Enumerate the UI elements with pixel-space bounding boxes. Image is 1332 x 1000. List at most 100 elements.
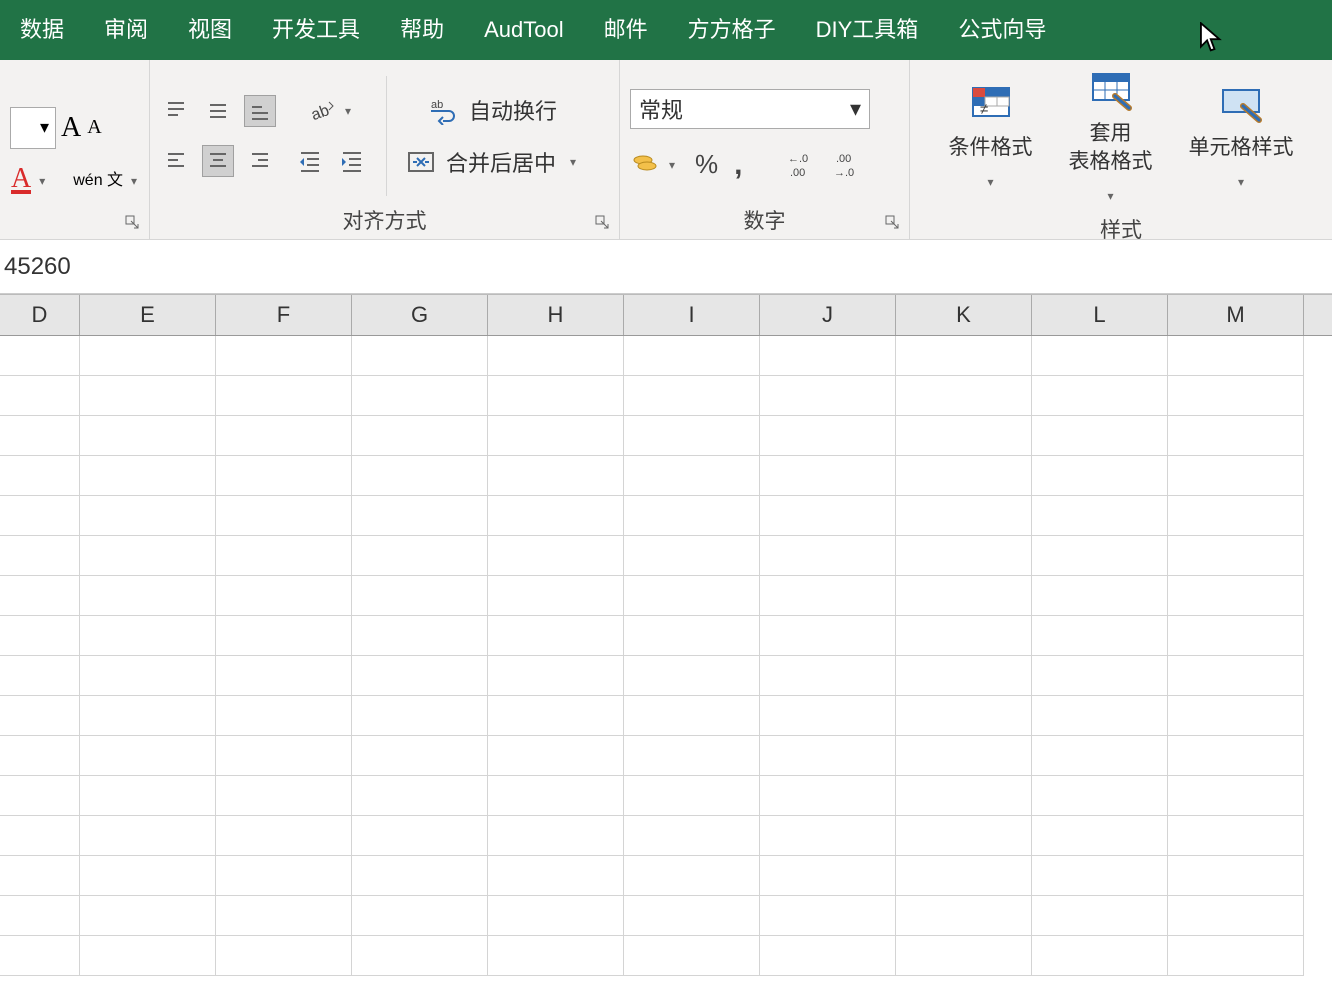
- cell[interactable]: [1032, 776, 1168, 816]
- cell[interactable]: [896, 776, 1032, 816]
- cell[interactable]: [352, 576, 488, 616]
- number-format-combo[interactable]: 常规 ▾: [630, 89, 870, 129]
- cell[interactable]: [352, 336, 488, 376]
- cell[interactable]: [80, 736, 216, 776]
- cell[interactable]: [0, 536, 80, 576]
- column-header[interactable]: M: [1168, 295, 1304, 335]
- cell[interactable]: [1032, 616, 1168, 656]
- cell[interactable]: [352, 896, 488, 936]
- cell[interactable]: [80, 336, 216, 376]
- cell[interactable]: [896, 456, 1032, 496]
- cell[interactable]: [1032, 856, 1168, 896]
- column-header[interactable]: G: [352, 295, 488, 335]
- cell[interactable]: [352, 376, 488, 416]
- cell[interactable]: [1168, 336, 1304, 376]
- cell[interactable]: [760, 576, 896, 616]
- formula-bar[interactable]: 45260: [0, 240, 1332, 294]
- cell[interactable]: [352, 416, 488, 456]
- cell[interactable]: [0, 656, 80, 696]
- cell[interactable]: [760, 656, 896, 696]
- percent-style-button[interactable]: %: [694, 148, 719, 181]
- cell[interactable]: [624, 576, 760, 616]
- cell[interactable]: [0, 416, 80, 456]
- column-header[interactable]: L: [1032, 295, 1168, 335]
- cell[interactable]: [1032, 816, 1168, 856]
- increase-decimal-button[interactable]: ←.0.00: [787, 149, 819, 181]
- cell[interactable]: [80, 696, 216, 736]
- tab-formula-wizard[interactable]: 公式向导: [938, 0, 1066, 60]
- cell[interactable]: [624, 456, 760, 496]
- decrease-font-button[interactable]: A: [86, 115, 102, 140]
- cell[interactable]: [488, 816, 624, 856]
- cell[interactable]: [80, 576, 216, 616]
- cell[interactable]: [352, 736, 488, 776]
- cell[interactable]: [488, 616, 624, 656]
- cell[interactable]: [896, 376, 1032, 416]
- cell[interactable]: [1032, 656, 1168, 696]
- cell[interactable]: [896, 576, 1032, 616]
- cell[interactable]: [760, 376, 896, 416]
- cell[interactable]: [1168, 536, 1304, 576]
- cell[interactable]: [624, 656, 760, 696]
- cell[interactable]: [216, 616, 352, 656]
- spreadsheet-grid[interactable]: [0, 336, 1332, 976]
- cell[interactable]: [1168, 456, 1304, 496]
- font-color-button[interactable]: A ▾: [10, 167, 50, 195]
- cell[interactable]: [1168, 776, 1304, 816]
- cell[interactable]: [216, 936, 352, 976]
- cell[interactable]: [80, 936, 216, 976]
- cell[interactable]: [624, 736, 760, 776]
- cell[interactable]: [0, 936, 80, 976]
- cell[interactable]: [488, 496, 624, 536]
- cell[interactable]: [896, 816, 1032, 856]
- tab-mail[interactable]: 邮件: [584, 0, 668, 60]
- cell[interactable]: [1168, 416, 1304, 456]
- cell[interactable]: [896, 936, 1032, 976]
- align-left-button[interactable]: [160, 145, 192, 177]
- cell[interactable]: [624, 776, 760, 816]
- align-bottom-button[interactable]: [244, 95, 276, 127]
- column-header[interactable]: K: [896, 295, 1032, 335]
- cell[interactable]: [896, 336, 1032, 376]
- cell[interactable]: [0, 896, 80, 936]
- cell[interactable]: [1168, 496, 1304, 536]
- cell[interactable]: [216, 896, 352, 936]
- cell[interactable]: [216, 696, 352, 736]
- cell[interactable]: [1032, 696, 1168, 736]
- cell[interactable]: [624, 336, 760, 376]
- cell[interactable]: [1168, 376, 1304, 416]
- cell[interactable]: [760, 496, 896, 536]
- dialog-launcher-font[interactable]: [123, 213, 143, 233]
- cell[interactable]: [216, 736, 352, 776]
- cell[interactable]: [80, 376, 216, 416]
- dialog-launcher-number[interactable]: [883, 213, 903, 233]
- cell[interactable]: [624, 816, 760, 856]
- cell[interactable]: [0, 856, 80, 896]
- dialog-launcher-alignment[interactable]: [593, 213, 613, 233]
- cell[interactable]: [216, 776, 352, 816]
- align-top-button[interactable]: [160, 95, 192, 127]
- cell[interactable]: [896, 536, 1032, 576]
- cell[interactable]: [488, 376, 624, 416]
- increase-font-button[interactable]: A: [60, 111, 82, 145]
- cell[interactable]: [624, 376, 760, 416]
- conditional-formatting-button[interactable]: ≠ 条件格式 ▾: [941, 80, 1041, 200]
- cell[interactable]: [1168, 936, 1304, 976]
- cell[interactable]: [352, 656, 488, 696]
- cell[interactable]: [352, 856, 488, 896]
- cell[interactable]: [80, 896, 216, 936]
- cell[interactable]: [0, 776, 80, 816]
- cell[interactable]: [488, 696, 624, 736]
- cell[interactable]: [488, 456, 624, 496]
- cell[interactable]: [1168, 736, 1304, 776]
- cell[interactable]: [216, 576, 352, 616]
- tab-audtool[interactable]: AudTool: [464, 0, 584, 60]
- accounting-format-button[interactable]: ▾: [630, 151, 680, 179]
- cell[interactable]: [352, 696, 488, 736]
- cell[interactable]: [80, 456, 216, 496]
- cell[interactable]: [80, 496, 216, 536]
- cell[interactable]: [216, 536, 352, 576]
- cell[interactable]: [216, 496, 352, 536]
- cell[interactable]: [624, 616, 760, 656]
- cell[interactable]: [488, 776, 624, 816]
